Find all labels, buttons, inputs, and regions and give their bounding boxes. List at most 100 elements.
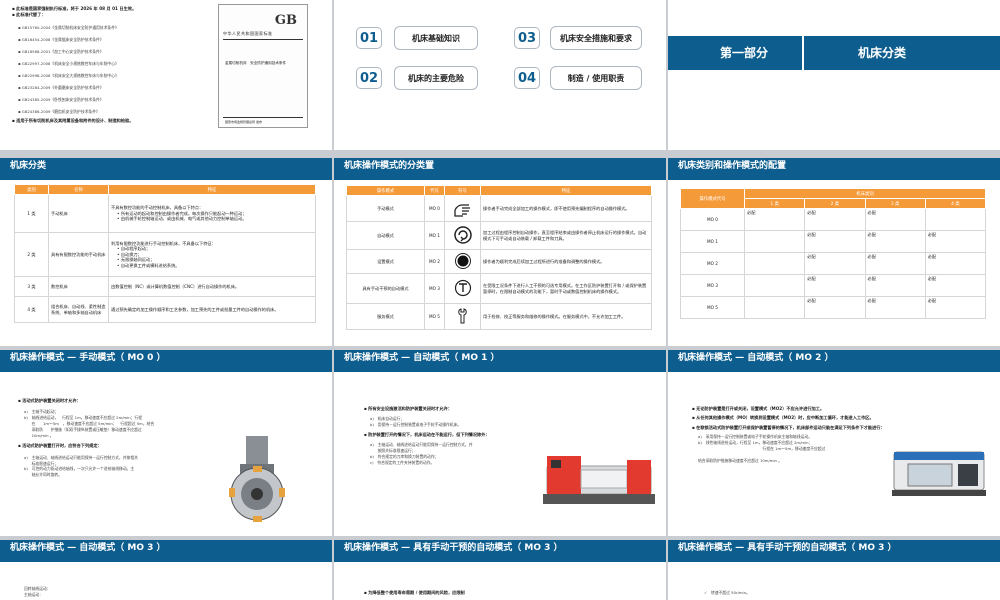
slide-title: 机床操作模式 — 具有手动干预的自动模式（ MO 3 ）	[668, 540, 1000, 562]
slide-contents[interactable]: 01 机床基础知识 03 机床安全措施和要求 02 机床的主要危险 04 制造 …	[334, 0, 666, 150]
table-cell	[444, 195, 481, 222]
table-row: 4 类 组合机床、自动线、柔性制造系统、单轴和多轴自动机床 通过预先确定的加工操…	[14, 296, 316, 323]
table-cell: MO 0	[424, 195, 445, 222]
table-cell	[444, 221, 481, 250]
slide-machine-classification[interactable]: 机床分类 类别 名称 特征 1 类 手动机床 不具有数控功能的手动控制机床，具备以下…	[0, 158, 332, 346]
table-cell: 手动模式	[346, 195, 425, 222]
document-publisher: 国家市场监督管理总局 发布	[225, 120, 262, 124]
slide-auto-mode-1[interactable]: 机床操作模式 — 自动模式（ MO 1 ） ▪ 所有安全设施激活和防护装置关闭时…	[334, 350, 666, 536]
document-rule	[223, 117, 303, 118]
slide-title: 机床操作模式 — 自动模式（ MO 1 ）	[334, 350, 666, 372]
table-cell: 利用有限数控功能进行手动控制机床，不具备以下特征： • 自动程序起动； • 自动换刀…	[108, 232, 316, 277]
table-row: 手动模式 MO 0 操作者手动完成全部加工的操作模式，即不使用预先编制程序的自动…	[346, 195, 652, 222]
slide-title: 机床分类	[0, 158, 332, 180]
slide-auto-mode-3[interactable]: 机床操作模式 — 自动模式（ MO 3 ） 回转轴线运动： 主轴运动：	[0, 540, 332, 600]
contents-item-basics[interactable]: 机床基础知识	[394, 26, 478, 50]
standard-document-cover: GB 中华人民共和国国家标准 金属切削机床 安全防护通用技术条件 国家市场监督管…	[218, 4, 308, 128]
slide-auto-mode-2[interactable]: 机床操作模式 — 自动模式（ MO 2 ） ▪ 无论防护装置是打开或关闭，设置模…	[668, 350, 1000, 536]
slide-standard-intro[interactable]: ▪ 此标准是国家强制执行标准，将于 2026 年 08 月 01 日生效。 ▪ …	[0, 0, 332, 150]
bullet-line: ▪ GB16454-2008《金属锯床安全防护技术条件》	[18, 36, 104, 42]
slide-manual-intervention-1[interactable]: 机床操作模式 — 具有手动干预的自动模式（ MO 3 ） ▪ 为降低整个使用寿命…	[334, 540, 666, 600]
table-row: MO 1 必配 必配 必配	[680, 230, 987, 253]
table-cell: 服务模式	[346, 303, 425, 330]
modes-table: 操作模式 代号 符号 特征 手动模式 MO 0 操作者手动完成全部加工的操作模式，即不…	[346, 185, 652, 330]
slide-title: 机床操作模式 — 自动模式（ MO 2 ）	[668, 350, 1000, 372]
bullet-line: ▪ 此标准代替了：	[12, 12, 46, 18]
bullet-line: ▪ 适用于所有切削机床及其附属设备和附件的设计、制造和检验。	[12, 117, 134, 123]
bullet-line: ▪ GB15760-2004《金属切削机床安全防护通用技术条件》	[18, 24, 119, 30]
bullet-line: ▪ GB22997-2008《机床安全小规格数控车床与车削中心》	[18, 60, 119, 66]
bullet-line: ▪ 防护装置打开的情况下，机床运动在不能运行，但下列情况除外：	[364, 432, 490, 437]
contents-number: 02	[356, 67, 382, 89]
milling-tool-image	[229, 436, 285, 522]
part-banner	[668, 36, 1000, 70]
table-header: 特征	[108, 184, 316, 195]
contents-number: 03	[514, 27, 540, 49]
contents-number: 04	[514, 67, 540, 89]
table-row: 具有手动干预的自动模式 MO 3 在受限工况条件下进行人工干预的可选专用模式。在…	[346, 273, 652, 304]
slide-part-one[interactable]: 第一部分 机床分类	[668, 0, 1000, 150]
bullet-line: ▪ 所有安全设施激活和防护装置关闭时才允许：	[364, 406, 452, 411]
manual-intervention-icon	[454, 279, 471, 296]
bullet-line: ▪ 从任何其他操作模式（MO）转换到设置模式（MO2）时，应中断加工循环，才能进…	[692, 415, 874, 421]
table-row: 服务模式 MO 5 用于检修、校正等服务和维修的操作模式。在服务模式中，不允许加…	[346, 303, 652, 330]
table-cell: 数控机床	[48, 276, 109, 297]
text-line: 10m/min 。	[24, 432, 54, 438]
bullet-line: ▪ 活动式防护装置打开时，应符合下列规定：	[18, 443, 102, 449]
standard-bullets: ▪ 此标准是国家强制执行标准，将于 2026 年 08 月 01 日生效。 ▪ …	[12, 6, 212, 124]
contents-item-safety[interactable]: 机床安全措施和要求	[550, 26, 642, 50]
table-header: 操作模式	[346, 185, 425, 196]
mode-text: ▪ 为降低整个使用寿命周期 / 使用期间的风险，应限制	[364, 590, 465, 596]
bullet-line: ▪ GB22998-2008《机床安全大规格数控车床与车削中心》	[18, 72, 119, 78]
mode-text: ✓ 转速不超过 50r/min。	[698, 590, 750, 596]
text-line: 轴允许同时旋转。	[24, 472, 62, 478]
cnc-lathe-image	[543, 456, 655, 504]
slide-title: 机床操作模式 — 自动模式（ MO 3 ）	[0, 540, 332, 562]
table-cell: 操作者手动完成全部加工的操作模式，即不使用预先编制程序的自动操作模式。	[480, 195, 652, 222]
document-org: 中华人民共和国国家标准	[223, 31, 273, 36]
table-cell: 自动模式	[346, 221, 425, 250]
bullet-line: ▪ 无论防护装置是打开或关闭，设置模式（MO2）不应允许进行加工。	[692, 406, 825, 411]
table-header: 特征	[480, 185, 652, 196]
part-title: 机床分类	[858, 46, 907, 60]
part-label: 第一部分	[720, 46, 769, 60]
table-cell: 3 类	[14, 276, 49, 297]
hand-icon	[453, 204, 470, 217]
slide-manual-intervention-2[interactable]: 机床操作模式 — 具有手动干预的自动模式（ MO 3 ） ✓ 转速不超过 50r…	[668, 540, 1000, 600]
bullet-line: ▪ 活动式防护装置关闭时才允许：	[18, 398, 81, 403]
table-cell: 4 类	[14, 296, 49, 323]
document-title: 金属切削机床 安全防护通用技术条件	[225, 61, 287, 65]
bullet-line: ✓ 转速不超过 50r/min。	[704, 590, 750, 595]
mode-text: ▪ 所有安全设施激活和防护装置关闭时才允许： a) 机床自动运行； b) 用保持…	[364, 406, 554, 466]
text-line: b) 用保持－运行控制装置或电子手轮手动操作机床。	[370, 422, 462, 428]
contents-number: 01	[356, 27, 382, 49]
text-line: 主轴运动：	[24, 591, 43, 597]
text-line: c) 符合规定的工件夹持装置的动作。	[370, 459, 435, 465]
table-row: 自动模式 MO 1 加工过程由程序控制自动操作，直至程序结束或由操作者停止机床运…	[346, 221, 652, 250]
part-divider	[802, 36, 804, 70]
table-header: 1 类	[743, 198, 806, 209]
slide-title: 机床操作模式 — 具有手动干预的自动模式（ MO 3 ）	[334, 540, 666, 562]
slide-operation-modes[interactable]: 机床操作模式的分类置 操作模式 代号 符号 特征 手动模式 MO 0 操作者手动完成全…	[334, 158, 666, 346]
slide-manual-mode[interactable]: 机床操作模式 — 手动模式（ MO 0 ） ▪ 活动式防护装置关闭时才允许： a…	[0, 350, 332, 536]
table-row: MO 0 必配 必配 必配	[680, 208, 987, 231]
table-cell: MO 3	[424, 273, 445, 304]
contents-item-duties[interactable]: 制造 / 使用职责	[550, 66, 642, 90]
bullet-line: ▪ GB24385-2009《卧铣刨床安全防护技术条件》	[18, 96, 104, 102]
table-cell: MO 2	[424, 249, 445, 274]
table-cell: 由数值控制（NC）或计算机数值控制（CNC）进行自动操作的机床。	[108, 276, 316, 297]
table-cell: 手动机床	[48, 194, 109, 233]
slide-title: 机床类别和操作模式的配置	[668, 158, 1000, 180]
bullet-line: ▪ 为降低整个使用寿命周期 / 使用期间的风险，应限制	[364, 590, 465, 595]
auto-cycle-icon	[453, 226, 472, 244]
table-row: MO 2 必配 必配 必配	[680, 252, 987, 275]
bullet-line: ▪ GB23284-2009《外圆磨床安全防护技术条件》	[18, 84, 104, 90]
table-cell: 具有有限数控功能的手动机床	[48, 232, 109, 277]
cnc-machine-image	[892, 451, 986, 496]
table-cell	[444, 249, 481, 274]
config-table: 操作模式代号 机床类别 1 类 2 类 3 类 4 类 MO 0 必配 必配 必配 M…	[680, 188, 987, 319]
table-cell: 不具有数控功能的手动控制机床，具备以下特点： • 所有运动的起动和控制由操作者完成…	[108, 194, 316, 233]
slide-category-mode-config[interactable]: 机床类别和操作模式的配置 操作模式代号 机床类别 1 类 2 类 3 类 4 类…	[668, 158, 1000, 346]
table-header: 机床类别	[744, 188, 986, 199]
contents-item-hazards[interactable]: 机床的主要危险	[394, 66, 478, 90]
